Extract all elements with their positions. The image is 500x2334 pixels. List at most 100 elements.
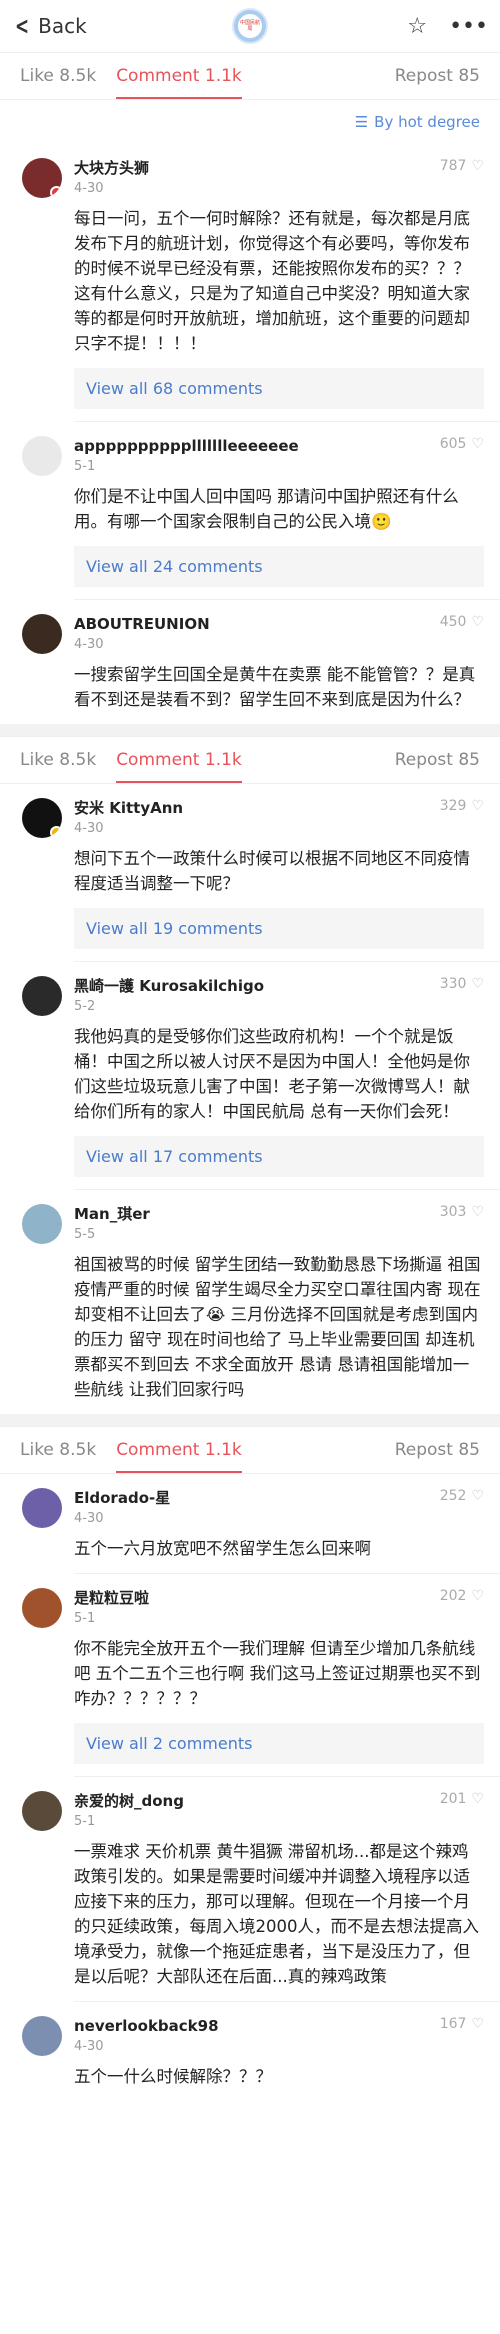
- comment-date: 4-30: [74, 821, 104, 836]
- view-all-replies-link[interactable]: View all 17 comments: [74, 1136, 484, 1177]
- comment-body: 亲爱的树_dong 5-1 201 ♡ 一票难求 天价机票 黄牛猖獗 滞留机场...都是…: [74, 1791, 484, 1989]
- comment-item: 是粒粒豆啦 5-1 202 ♡ 你不能完全放开五个一我们理解 但请至少增加几条航线吧 五…: [0, 1574, 500, 1776]
- comment-date: 4-30: [74, 2039, 104, 2054]
- more-icon[interactable]: •••: [449, 14, 488, 39]
- comment-text: 一搜索留学生回国全是黄牛在卖票 能不能管管？？是真看不到还是装看不到？留学生回不…: [74, 665, 476, 709]
- comment-header: 大块方头狮 4-30 787 ♡: [74, 158, 484, 196]
- avatar[interactable]: [22, 158, 62, 198]
- comment-date: 5-5: [74, 1227, 96, 1242]
- view-all-replies-link[interactable]: View all 2 comments: [74, 1723, 484, 1764]
- comment-header: Man_琪er 5-5 303 ♡: [74, 1204, 484, 1242]
- comment-header: 是粒粒豆啦 5-1 202 ♡: [74, 1588, 484, 1626]
- avatar[interactable]: [22, 1204, 62, 1244]
- tab-comment[interactable]: Comment 1.1k: [116, 1427, 242, 1473]
- comment-header: 安米 KittyAnn 4-30 329 ♡: [74, 798, 484, 836]
- like-count: 329: [439, 798, 467, 814]
- like-button[interactable]: 303 ♡: [440, 1204, 484, 1220]
- username[interactable]: neverlookback98: [74, 2016, 219, 2036]
- comment-meta: Man_琪er 5-5: [74, 1204, 150, 1242]
- comment-date: 5-1: [74, 1814, 96, 1829]
- comment-text: 每日一问，五个一何时解除？还有就是，每次都是月底发布下月的航班计划，你觉得这个有…: [74, 209, 470, 353]
- comment-header: ABOUTREUNION 4-30 450 ♡: [74, 614, 484, 652]
- tab-comment[interactable]: Comment 1.1k: [116, 737, 242, 783]
- comment-body: 安米 KittyAnn 4-30 329 ♡ 想问下五个一政策什么时候可以根据不同地区不…: [74, 798, 484, 949]
- comment-meta: ABOUTREUNION 4-30: [74, 614, 210, 652]
- section-divider: [0, 1414, 500, 1426]
- like-button[interactable]: 330 ♡: [440, 976, 484, 992]
- like-button[interactable]: 201 ♡: [440, 1791, 484, 1807]
- thumbs-up-icon: ♡: [471, 614, 484, 630]
- sort-selector[interactable]: ☰ By hot degree: [0, 100, 500, 144]
- comment-text: 五个一六月放宽吧不然留学生怎么回来啊: [74, 1539, 371, 1558]
- sort-label: By hot degree: [374, 113, 480, 131]
- comment-date: 5-1: [74, 1611, 96, 1626]
- comment-item: 安米 KittyAnn 4-30 329 ♡ 想问下五个一政策什么时候可以根据不同地区不…: [0, 784, 500, 961]
- username[interactable]: Eldorado-星: [74, 1488, 170, 1508]
- thumbs-up-icon: ♡: [471, 798, 484, 814]
- view-all-replies-link[interactable]: View all 68 comments: [74, 368, 484, 409]
- account-logo[interactable]: 中国民航局: [232, 8, 268, 44]
- comment-text: 一票难求 天价机票 黄牛猖獗 滞留机场...都是这个辣鸡政策引发的。如果是需要时…: [74, 1842, 479, 1986]
- tab-bar: Like 8.5k Comment 1.1k Repost 85: [0, 1426, 500, 1474]
- username[interactable]: ABOUTREUNION: [74, 614, 210, 634]
- comment-text: 我他妈真的是受够你们这些政府机构！一个个就是饭桶！中国之所以被人讨厌不是因为中国…: [74, 1027, 470, 1121]
- star-icon[interactable]: ☆: [407, 14, 427, 39]
- like-button[interactable]: 329 ♡: [440, 798, 484, 814]
- comment-text: 想问下五个一政策什么时候可以根据不同地区不同疫情程度适当调整一下呢？: [74, 849, 470, 893]
- username[interactable]: appppppppppllllllleeeeeee: [74, 436, 299, 456]
- avatar[interactable]: [22, 1588, 62, 1628]
- like-button[interactable]: 202 ♡: [440, 1588, 484, 1604]
- view-all-replies-link[interactable]: View all 19 comments: [74, 908, 484, 949]
- tab-repost[interactable]: Repost 85: [395, 53, 480, 99]
- like-button[interactable]: 605 ♡: [440, 436, 484, 452]
- avatar[interactable]: [22, 1791, 62, 1831]
- username[interactable]: 亲爱的树_dong: [74, 1791, 184, 1811]
- comment-date: 5-1: [74, 459, 96, 474]
- avatar[interactable]: [22, 436, 62, 476]
- username[interactable]: 黑崎一護 Kurosakilchigo: [74, 976, 264, 996]
- verified-badge-icon: [50, 826, 62, 838]
- comment-meta: Eldorado-星 4-30: [74, 1488, 170, 1526]
- back-label: Back: [38, 14, 87, 38]
- username[interactable]: Man_琪er: [74, 1204, 150, 1224]
- comment-header: 亲爱的树_dong 5-1 201 ♡: [74, 1791, 484, 1829]
- comment-item: 亲爱的树_dong 5-1 201 ♡ 一票难求 天价机票 黄牛猖獗 滞留机场...都是…: [0, 1777, 500, 2001]
- avatar[interactable]: [22, 614, 62, 654]
- back-button[interactable]: < Back: [12, 14, 87, 38]
- verified-badge-icon: [50, 186, 62, 198]
- like-count: 303: [439, 1204, 467, 1220]
- comment-date: 4-30: [74, 181, 104, 196]
- like-button[interactable]: 252 ♡: [440, 1488, 484, 1504]
- thumbs-up-icon: ♡: [471, 1204, 484, 1220]
- comment-meta: 黑崎一護 Kurosakilchigo 5-2: [74, 976, 264, 1014]
- username[interactable]: 是粒粒豆啦: [74, 1588, 149, 1608]
- tab-like[interactable]: Like 8.5k: [20, 1427, 96, 1473]
- avatar[interactable]: [22, 1488, 62, 1528]
- thumbs-up-icon: ♡: [471, 1588, 484, 1604]
- like-count: 167: [439, 2016, 467, 2032]
- avatar[interactable]: [22, 2016, 62, 2056]
- comment-item: appppppppppllllllleeeeeee 5-1 605 ♡ 你们是不让中国人…: [0, 422, 500, 599]
- comment-item: ABOUTREUNION 4-30 450 ♡ 一搜索留学生回国全是黄牛在卖票 能不能管…: [0, 600, 500, 724]
- username[interactable]: 大块方头狮: [74, 158, 149, 178]
- like-button[interactable]: 450 ♡: [440, 614, 484, 630]
- avatar[interactable]: [22, 798, 62, 838]
- tab-like[interactable]: Like 8.5k: [20, 737, 96, 783]
- tab-bar: Like 8.5k Comment 1.1k Repost 85: [0, 52, 500, 100]
- username[interactable]: 安米 KittyAnn: [74, 798, 183, 818]
- comment-body: neverlookback98 4-30 167 ♡ 五个一什么时候解除？？？: [74, 2016, 484, 2089]
- tab-repost[interactable]: Repost 85: [395, 737, 480, 783]
- avatar[interactable]: [22, 976, 62, 1016]
- tab-comment[interactable]: Comment 1.1k: [116, 53, 242, 99]
- section-divider: [0, 724, 500, 736]
- comment-date: 5-2: [74, 999, 96, 1014]
- like-count: 252: [439, 1488, 467, 1504]
- like-button[interactable]: 787 ♡: [440, 158, 484, 174]
- sort-lines-icon: ☰: [354, 113, 369, 131]
- tab-like[interactable]: Like 8.5k: [20, 53, 96, 99]
- view-all-replies-link[interactable]: View all 24 comments: [74, 546, 484, 587]
- tab-repost[interactable]: Repost 85: [395, 1427, 480, 1473]
- comment-body: ABOUTREUNION 4-30 450 ♡ 一搜索留学生回国全是黄牛在卖票 能不能管…: [74, 614, 484, 712]
- comment-header: appppppppppllllllleeeeeee 5-1 605 ♡: [74, 436, 484, 474]
- like-button[interactable]: 167 ♡: [440, 2016, 484, 2032]
